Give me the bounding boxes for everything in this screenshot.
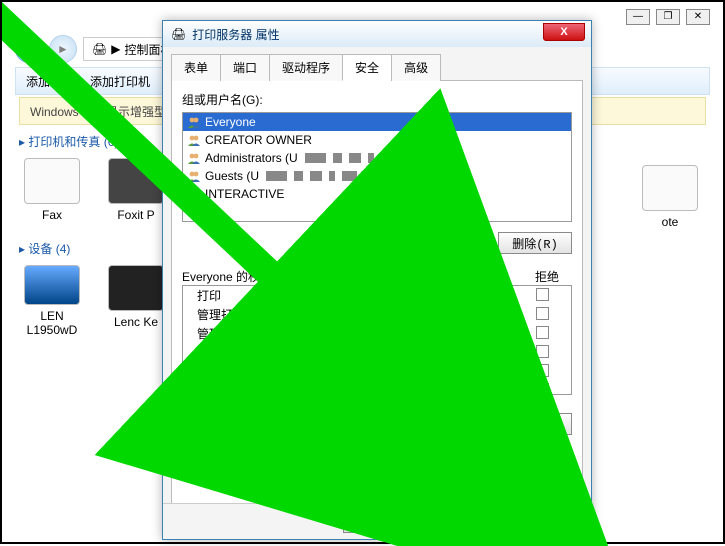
deny-checkbox[interactable]	[536, 326, 549, 339]
apply-button[interactable]: 应用(A)	[507, 511, 581, 533]
remove-user-button[interactable]: 删除(R)	[498, 232, 572, 254]
add-printer-button[interactable]: 添加打印机	[90, 73, 150, 90]
add-user-button[interactable]: 添加(D)...	[403, 232, 488, 254]
users-icon	[187, 188, 201, 200]
address-bar: ◄ ► 🖨 ▶ 控制面板	[15, 35, 181, 63]
dialog-close-button[interactable]: X	[543, 23, 585, 41]
allow-checkbox[interactable]: ✓	[486, 309, 499, 322]
users-icon	[187, 116, 201, 128]
allow-checkbox[interactable]: ✓	[486, 347, 499, 360]
ok-button[interactable]: 确定	[343, 511, 417, 533]
dialog-title: 打印服务器 属性	[192, 26, 583, 43]
device-monitor[interactable]: LEN L1950wD	[19, 265, 85, 337]
learn-access-control-link[interactable]: 了解访问控制和权限	[182, 447, 290, 464]
allow-checkbox[interactable]	[486, 326, 499, 339]
nav-back-button[interactable]: ◄	[15, 35, 43, 63]
permissions-listbox[interactable]: 打印✓管理打印机✓管理文档查看服务器✓管理服务器特殊权限	[182, 285, 572, 395]
deny-checkbox[interactable]	[536, 345, 549, 358]
device-fax[interactable]: Fax	[19, 158, 85, 222]
printer-icon: 🖨	[92, 42, 107, 56]
print-server-properties-dialog: 🖨 打印服务器 属性 X 表单 端口 驱动程序 安全 高级 组或用户名(G): …	[162, 20, 592, 540]
add-device-button[interactable]: 添加设备	[26, 73, 74, 90]
restore-button[interactable]: ❐	[656, 9, 680, 25]
deny-checkbox[interactable]	[536, 364, 549, 377]
device-foxit[interactable]: Foxit P	[103, 158, 169, 222]
advanced-button[interactable]: 高级(V)	[498, 413, 572, 435]
tab-advanced[interactable]: 高级	[391, 54, 441, 81]
dialog-titlebar[interactable]: 🖨 打印服务器 属性	[163, 21, 591, 47]
tab-security[interactable]: 安全	[342, 54, 392, 81]
monitor-icon	[24, 265, 80, 305]
user-list-item[interactable]: Everyone	[183, 113, 571, 131]
keyboard-icon	[108, 265, 164, 311]
user-list-item[interactable]: CREATOR OWNER	[183, 131, 571, 149]
tab-drivers[interactable]: 驱动程序	[269, 54, 343, 81]
deny-checkbox[interactable]	[536, 383, 549, 396]
tab-forms[interactable]: 表单	[171, 54, 221, 81]
dialog-footer: 确定 取消 应用(A)	[163, 503, 591, 539]
users-icon	[187, 134, 201, 146]
permission-row: 管理服务器	[183, 362, 571, 381]
window-controls: — ❐ ✕	[626, 9, 710, 25]
permission-row: 管理文档	[183, 324, 571, 343]
advanced-hint-text: 有关特殊权限或高级设置，请单击“高级”。	[182, 416, 498, 433]
user-list-item[interactable]: INTERACTIVE	[183, 185, 571, 203]
printer-icon: 🖨	[171, 27, 186, 41]
cancel-button[interactable]: 取消	[425, 511, 499, 533]
users-listbox[interactable]: EveryoneCREATOR OWNERAdministrators (U)G…	[182, 112, 572, 222]
tab-ports[interactable]: 端口	[220, 54, 270, 81]
user-list-item[interactable]: Guests (U)	[183, 167, 571, 185]
group-users-label: 组或用户名(G):	[182, 91, 572, 108]
users-icon	[187, 170, 201, 182]
permission-row: 管理打印机✓	[183, 305, 571, 324]
allow-checkbox[interactable]: ✓	[486, 290, 499, 303]
permission-row: 打印✓	[183, 286, 571, 305]
printer-icon	[642, 165, 698, 211]
allow-checkbox[interactable]	[486, 364, 499, 377]
permissions-for-label: Everyone 的权限(P) 允许 拒绝	[182, 268, 572, 285]
device-note[interactable]: ote	[640, 165, 700, 229]
tab-strip: 表单 端口 驱动程序 安全 高级	[171, 53, 583, 81]
user-list-item[interactable]: Administrators (U)	[183, 149, 571, 167]
users-icon	[187, 152, 201, 164]
devices-section-header: ▸ 设备 (4)	[19, 240, 169, 257]
device-keyboard[interactable]: Lenc Ke	[103, 265, 169, 337]
nav-forward-button[interactable]: ►	[49, 35, 77, 63]
deny-checkbox[interactable]	[536, 307, 549, 320]
fax-icon	[24, 158, 80, 204]
minimize-button[interactable]: —	[626, 9, 650, 25]
window-close-button[interactable]: ✕	[686, 9, 710, 25]
allow-checkbox[interactable]	[486, 383, 499, 396]
printer-icon	[108, 158, 164, 204]
permission-row: 查看服务器✓	[183, 343, 571, 362]
printers-section-header: ▸ 打印机和传真 (6)	[19, 133, 169, 150]
permission-row: 特殊权限	[183, 381, 571, 395]
deny-checkbox[interactable]	[536, 288, 549, 301]
